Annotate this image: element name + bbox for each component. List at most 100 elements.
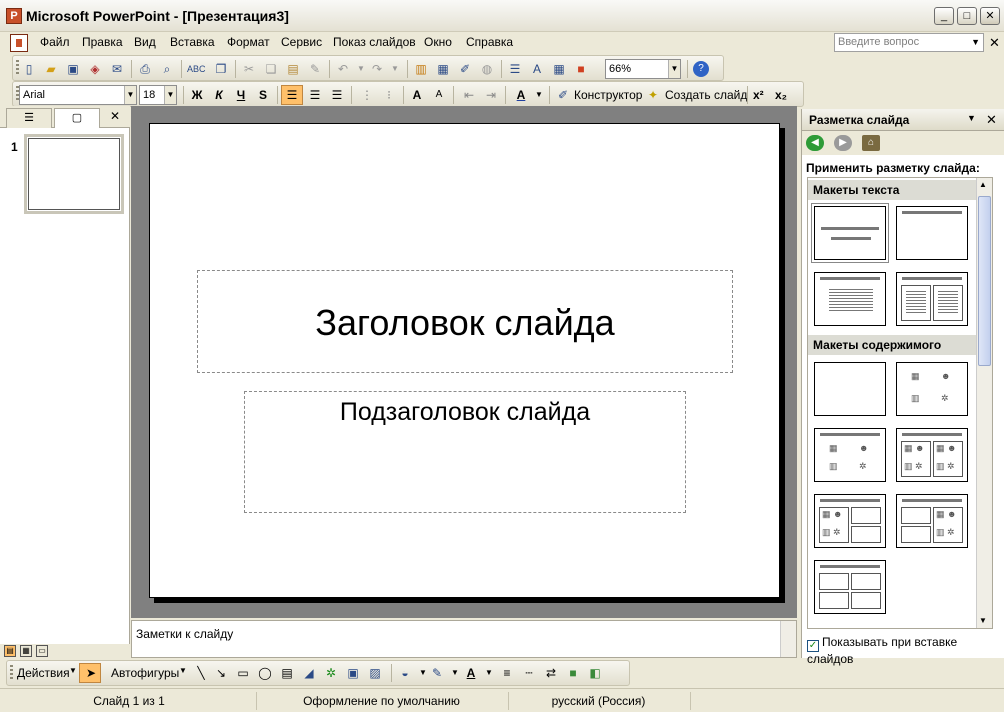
redo-icon[interactable]: ↷ [369, 61, 385, 77]
increase-font-icon[interactable]: A [409, 87, 425, 103]
menu-window[interactable]: Окно [424, 35, 452, 49]
task-pane-close-button[interactable]: ✕ [986, 112, 997, 128]
paste-icon[interactable]: ▤ [285, 61, 301, 77]
print-icon[interactable]: ⎙ [137, 61, 153, 77]
align-left-button[interactable]: ☰ [281, 85, 303, 105]
chevron-down-icon[interactable]: ▼ [967, 113, 976, 123]
menu-view[interactable]: Вид [134, 35, 156, 49]
slides-pane-close-button[interactable]: ✕ [110, 109, 120, 123]
diagram-icon[interactable]: ✲ [323, 665, 339, 681]
shadow-style-icon[interactable]: ■ [565, 665, 581, 681]
layout-content[interactable]: ▦ ☻ ▥ ✲ [896, 362, 968, 416]
superscript-button[interactable]: x² [753, 88, 764, 102]
format-painter-icon[interactable]: ✎ [307, 61, 323, 77]
slide[interactable]: Заголовок слайда Подзаголовок слайда [149, 123, 780, 598]
autoshapes-menu-button[interactable]: Автофигуры [111, 666, 179, 680]
open-folder-icon[interactable]: ▰ [43, 61, 59, 77]
layout-title-content[interactable]: ▦ ☻ ▥ ✲ [814, 428, 886, 482]
research-icon[interactable]: ❐ [213, 61, 229, 77]
document-icon[interactable] [10, 34, 28, 52]
normal-view-icon[interactable]: ▤ [4, 645, 16, 657]
chevron-down-icon[interactable]: ▼ [124, 86, 136, 104]
layout-blank[interactable] [814, 362, 886, 416]
slideshow-icon[interactable]: ▭ [36, 645, 48, 657]
notes-pane[interactable]: Заметки к слайду [131, 620, 797, 658]
line-color-dropdown-icon[interactable]: ▼ [447, 665, 463, 681]
insert-chart-icon[interactable]: ▥ [413, 61, 429, 77]
show-grid-icon[interactable]: ▦ [551, 61, 567, 77]
layout-title-two-content[interactable]: ▦ ☻ ▦ ☻ ▥ ✲ ▥ ✲ [896, 428, 968, 482]
layout-title-four-content[interactable] [814, 560, 886, 614]
line-style-icon[interactable]: ≡ [499, 665, 515, 681]
layout-title-only[interactable] [896, 206, 968, 260]
print-preview-icon[interactable]: ⌕ [159, 61, 175, 77]
show-on-insert-checkbox[interactable]: ✓ Показывать при вставке слайдов [807, 635, 1004, 666]
layout-title-slide[interactable] [811, 203, 889, 263]
back-icon[interactable]: ◀ [806, 135, 824, 151]
tables-borders-icon[interactable]: ✐ [457, 61, 473, 77]
redo-dropdown-icon[interactable]: ▼ [387, 61, 403, 77]
layout-title-text[interactable] [814, 272, 886, 326]
home-icon[interactable]: ⌂ [862, 135, 880, 151]
menu-edit[interactable]: Правка [82, 35, 123, 49]
3d-style-icon[interactable]: ◧ [587, 665, 603, 681]
scroll-up-icon[interactable]: ▲ [979, 180, 987, 189]
oval-icon[interactable]: ◯ [257, 665, 273, 681]
chevron-down-icon[interactable]: ▼ [179, 666, 187, 675]
title-placeholder[interactable]: Заголовок слайда [197, 270, 733, 373]
color-grayscale-icon[interactable]: ■ [573, 61, 589, 77]
show-formatting-icon[interactable]: A [529, 61, 545, 77]
zoom-select[interactable]: 66% ▼ [605, 59, 681, 79]
chevron-down-icon[interactable]: ▼ [69, 666, 77, 675]
chevron-down-icon[interactable]: ▼ [971, 34, 980, 51]
arrow-icon[interactable]: ↘ [213, 665, 229, 681]
underline-button[interactable]: Ч [233, 87, 249, 103]
line-icon[interactable]: ╲ [193, 665, 209, 681]
scroll-down-icon[interactable]: ▼ [979, 616, 987, 625]
font-color-dropdown-icon[interactable]: ▼ [481, 665, 497, 681]
bullets-icon[interactable]: ⁝ [381, 87, 397, 103]
maximize-button[interactable]: □ [957, 7, 977, 25]
menu-tools[interactable]: Сервис [281, 35, 322, 49]
document-close-button[interactable]: ✕ [989, 35, 1000, 51]
insert-hyperlink-icon[interactable]: ◍ [479, 61, 495, 77]
dash-style-icon[interactable]: ┄ [521, 665, 537, 681]
email-icon[interactable]: ✉ [109, 61, 125, 77]
ask-question-input[interactable]: Введите вопрос ▼ [834, 33, 984, 52]
close-button[interactable]: ✕ [980, 7, 1000, 25]
undo-icon[interactable]: ↶ [335, 61, 351, 77]
bold-button[interactable]: Ж [189, 87, 205, 103]
numbering-icon[interactable]: ⋮ [359, 87, 375, 103]
save-icon[interactable]: ▣ [65, 61, 81, 77]
expand-all-icon[interactable]: ☰ [507, 61, 523, 77]
new-slide-button[interactable]: Создать слайд [665, 88, 747, 102]
arrow-style-icon[interactable]: ⇄ [543, 665, 559, 681]
new-document-icon[interactable]: ▯ [21, 61, 37, 77]
cut-icon[interactable]: ✂ [241, 61, 257, 77]
chevron-down-icon[interactable]: ▼ [668, 60, 680, 78]
notes-scrollbar[interactable] [780, 621, 796, 657]
subscript-button[interactable]: x₂ [775, 88, 787, 102]
shadow-button[interactable]: S [255, 87, 271, 103]
rectangle-icon[interactable]: ▭ [235, 665, 251, 681]
actions-menu-button[interactable]: Действия [17, 666, 70, 680]
wordart-icon[interactable]: ◢ [301, 665, 317, 681]
italic-button[interactable]: К [211, 87, 227, 103]
menu-slideshow[interactable]: Показ слайдов [333, 35, 416, 49]
layout-two-column-text[interactable] [896, 272, 968, 326]
font-name-select[interactable]: Arial ▼ [19, 85, 137, 105]
layout-title-content-over-two[interactable]: ▦ ☻ ▥ ✲ [814, 494, 886, 548]
font-color-icon[interactable]: A [463, 665, 479, 681]
spelling-icon[interactable]: ABC [187, 61, 206, 77]
increase-indent-icon[interactable]: ⇥ [483, 87, 499, 103]
minimize-button[interactable]: _ [934, 7, 954, 25]
font-color-icon[interactable]: A [513, 87, 529, 103]
font-color-dropdown-icon[interactable]: ▼ [531, 87, 547, 103]
layout-list-scrollbar[interactable]: ▲ ▼ [976, 178, 992, 628]
slide-sorter-icon[interactable]: ▦ [20, 645, 32, 657]
slide-thumbnail[interactable] [24, 134, 124, 214]
help-icon[interactable]: ? [693, 61, 709, 77]
insert-table-icon[interactable]: ▦ [435, 61, 451, 77]
line-color-icon[interactable]: ✎ [429, 665, 445, 681]
toolbar-grip[interactable] [16, 60, 19, 76]
